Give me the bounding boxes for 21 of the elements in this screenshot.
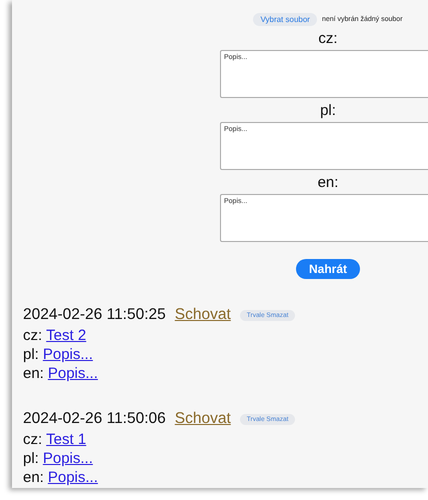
language-label: pl: <box>320 102 336 120</box>
language-label: en: <box>318 174 338 192</box>
description-link[interactable]: Popis... <box>48 364 98 383</box>
hide-link[interactable]: Schovat <box>174 306 231 324</box>
description-link[interactable]: Test 1 <box>46 430 86 449</box>
hide-link[interactable]: Schovat <box>174 410 231 428</box>
language-label: en: <box>23 364 44 383</box>
choose-file-button[interactable]: Vybrat soubor <box>253 13 317 26</box>
description-link[interactable]: Test 2 <box>46 326 86 345</box>
upload-button[interactable]: Nahrát <box>296 259 360 279</box>
language-label: pl: <box>23 449 39 468</box>
description-link[interactable]: Popis... <box>42 345 93 364</box>
language-label: cz: <box>318 30 338 48</box>
language-label: cz: <box>23 430 42 449</box>
description-link[interactable]: Popis... <box>42 449 93 468</box>
language-label: cz: <box>23 326 42 345</box>
language-label: pl: <box>23 345 39 364</box>
language-label: en: <box>23 468 44 487</box>
timestamp-text: 2024-02-26 11:50:06 <box>23 410 166 428</box>
timestamp-text: 2024-02-26 11:50:25 <box>23 306 166 324</box>
description-link[interactable]: Popis... <box>48 468 98 487</box>
